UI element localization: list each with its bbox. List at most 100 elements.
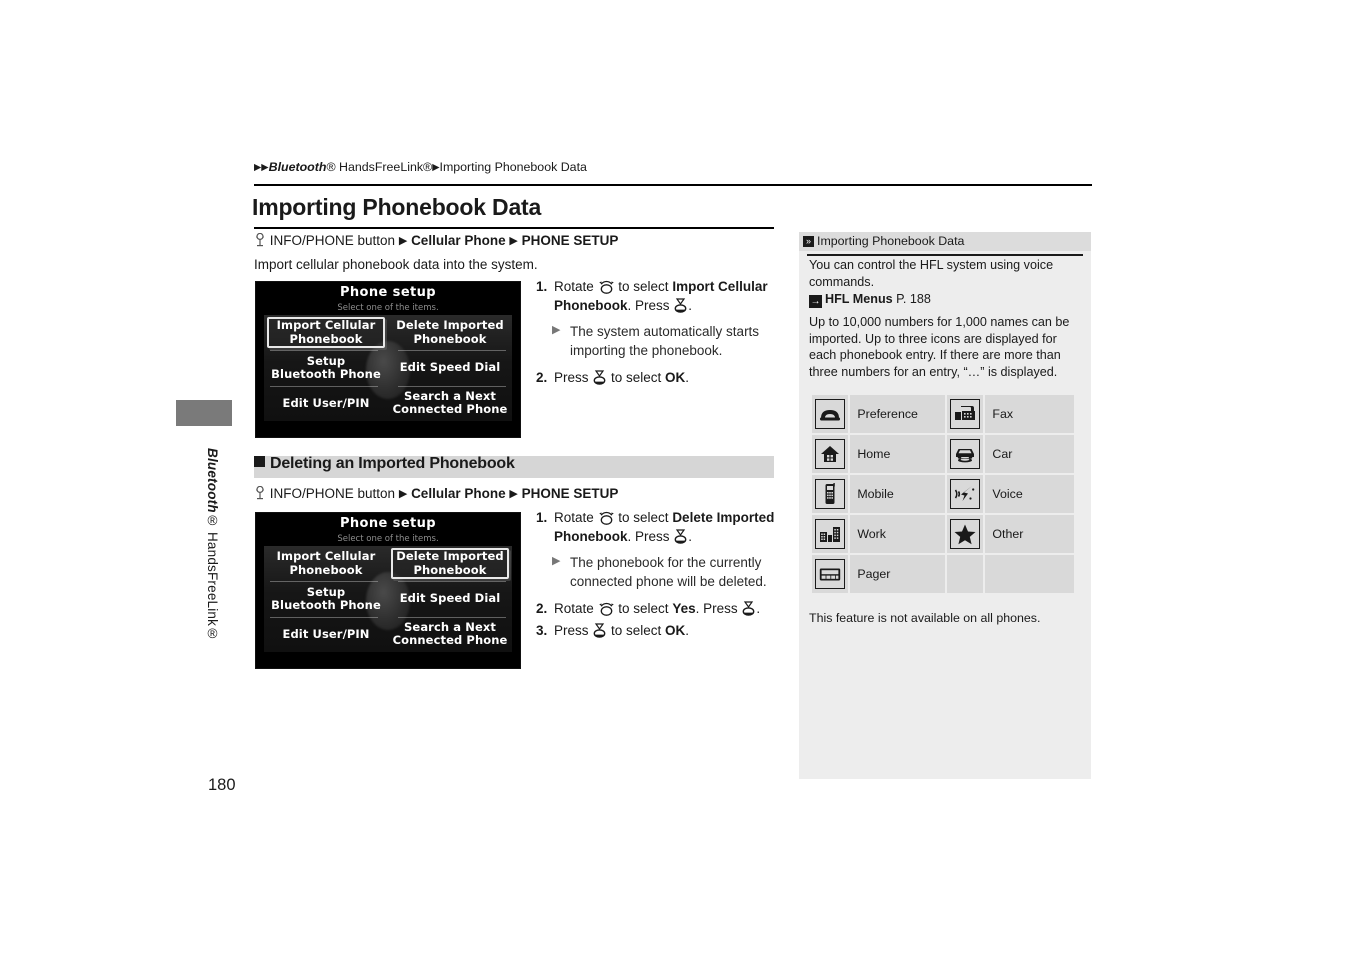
screen1-subtitle: Select one of the items.	[337, 303, 439, 313]
bullet-triangle-icon: ▶	[552, 555, 561, 568]
step-pre: Rotate	[554, 510, 598, 525]
step-post: .	[685, 369, 690, 385]
step-mid: to select	[607, 369, 666, 385]
voice-waves-icon	[950, 479, 981, 509]
nav-path-2: INFO/PHONE button ▶ Cellular Phone ▶ PHO…	[254, 486, 618, 501]
screen2-item-2-label: Setup Bluetooth Phone	[271, 584, 381, 612]
nav-path-2-step2: PHONE SETUP	[521, 486, 619, 501]
nav-path-2-button: INFO/PHONE button	[269, 486, 396, 501]
icon-label-fax: Fax	[985, 395, 1074, 433]
manual-page: Bluetooth® HandsFreeLink® 180 ▶▶Bluetoot…	[0, 0, 1350, 954]
screen1-item-5-label: Search a Next Connected Phone	[392, 389, 508, 417]
press-knob-icon	[673, 298, 688, 313]
screen1-item-0-label: Import Cellular Phonebook	[276, 318, 376, 346]
press-knob-icon	[673, 529, 688, 544]
screen1-menu-item-setup-bluetooth-phone[interactable]: Setup Bluetooth Phone	[264, 350, 388, 385]
step-pre: Rotate	[554, 600, 598, 616]
screen2-menu-item-delete-imported-phonebook[interactable]: Delete Imported Phonebook	[388, 546, 512, 581]
reference-label: HFL Menus	[825, 292, 893, 307]
icon-label-work: Work	[850, 515, 946, 553]
device-screenshot-phone-setup-delete: Phone setup Select one of the items. Imp…	[256, 513, 520, 668]
breadcrumb: ▶▶Bluetooth® HandsFreeLink®▶Importing Ph…	[254, 160, 587, 174]
screen1-menu-item-import-cellular-phonebook[interactable]: Import Cellular Phonebook	[264, 315, 388, 350]
step-post: .	[685, 622, 690, 638]
reference-arrow-icon: →	[809, 295, 822, 309]
step-end: .	[756, 600, 761, 616]
pager-icon	[815, 559, 846, 589]
nav-path-1-step2: PHONE SETUP	[521, 233, 619, 248]
section-heading-text: Deleting an Imported Phonebook	[270, 455, 515, 472]
screen1-menu: Import Cellular Phonebook Delete Imported…	[264, 315, 512, 421]
breadcrumb-separator-icon: ▶	[432, 162, 440, 173]
rotate-knob-icon	[598, 602, 615, 616]
breadcrumb-brand-reg: ®	[326, 160, 336, 174]
lead-text: Import cellular phonebook data into the …	[254, 257, 538, 272]
table-row: Preference Fax	[812, 395, 1074, 433]
icon-cell-other	[947, 515, 984, 553]
nav-arrow-icon: ▶	[398, 488, 408, 500]
step-mid: to select	[614, 279, 673, 294]
mobile-phone-icon	[815, 479, 846, 509]
screen2-menu-item-search-next-connected-phone[interactable]: Search a Next Connected Phone	[388, 617, 512, 652]
chapter-tab-marker	[176, 400, 232, 426]
step-mid: to select	[614, 510, 673, 525]
screen2-menu-item-edit-speed-dial[interactable]: Edit Speed Dial	[388, 581, 512, 616]
office-buildings-icon	[815, 519, 846, 549]
icon-label-preference: Preference	[850, 395, 946, 433]
screen1-menu-item-edit-speed-dial[interactable]: Edit Speed Dial	[388, 350, 512, 385]
screen2-item-1-label: Delete Imported Phonebook	[396, 549, 504, 577]
cross-reference[interactable]: → HFL Menus P. 188	[809, 291, 1077, 309]
step-note: ▶ The phonebook for the currently connect…	[536, 553, 786, 591]
nav-arrow-icon: ▶	[398, 235, 408, 247]
screen2-item-0-label: Import Cellular Phonebook	[276, 549, 376, 577]
nav-path-2-step1: Cellular Phone	[411, 486, 506, 501]
step-number: 3.	[536, 622, 548, 638]
fax-machine-icon	[950, 399, 981, 429]
step-post: . Press	[695, 600, 742, 616]
nav-path-1: INFO/PHONE button ▶ Cellular Phone ▶ PHO…	[254, 233, 618, 248]
icon-label-home: Home	[850, 435, 946, 473]
house-icon	[815, 439, 846, 469]
icon-cell-work	[812, 515, 849, 553]
step-mid: to select	[607, 622, 666, 638]
step-end: .	[688, 298, 693, 314]
screen1-menu-item-edit-user-pin[interactable]: Edit User/PIN	[264, 386, 388, 421]
table-row: Home Car	[812, 435, 1074, 473]
screen2-menu-item-setup-bluetooth-phone[interactable]: Setup Bluetooth Phone	[264, 581, 388, 616]
icon-label-empty	[985, 555, 1074, 593]
screen2-menu-item-edit-user-pin[interactable]: Edit User/PIN	[264, 617, 388, 652]
step-number: 1.	[536, 279, 548, 294]
icon-cell-preference	[812, 395, 849, 433]
table-row: Work Other	[812, 515, 1074, 553]
step-item: 1. Rotate to select Import Cellular Phone…	[536, 277, 786, 315]
section-square-bullet-icon	[254, 456, 265, 467]
nav-path-1-step1: Cellular Phone	[411, 233, 506, 248]
screen1-menu-item-delete-imported-phonebook[interactable]: Delete Imported Phonebook	[388, 315, 512, 350]
telephone-handset-icon	[815, 399, 846, 429]
table-row: Mobile Voice	[812, 475, 1074, 513]
step-end: .	[688, 529, 693, 545]
side-note-para-1: You can control the HFL system using voi…	[809, 257, 1077, 309]
screen1-item-3-label: Edit Speed Dial	[399, 360, 501, 375]
press-knob-icon	[592, 623, 607, 638]
page-title: Importing Phonebook Data	[252, 194, 542, 220]
screen1-menu-item-search-next-connected-phone[interactable]: Search a Next Connected Phone	[388, 386, 512, 421]
step-bold: Yes	[672, 600, 696, 616]
side-note-rule	[807, 254, 1083, 256]
screen2-menu-item-import-cellular-phonebook[interactable]: Import Cellular Phonebook	[264, 546, 388, 581]
nav-path-1-button: INFO/PHONE button	[269, 233, 396, 248]
step-bold: OK	[665, 369, 686, 385]
rotate-knob-icon	[598, 511, 615, 525]
breadcrumb-brand: Bluetooth	[268, 160, 327, 174]
nav-arrow-icon: ▶	[509, 488, 518, 500]
chapter-side-label: Bluetooth® HandsFreeLink®	[194, 448, 220, 678]
breadcrumb-current: Importing Phonebook Data	[439, 160, 587, 174]
screen2-item-5-label: Search a Next Connected Phone	[392, 620, 508, 648]
step-item: 1. Rotate to select Delete Imported Phone…	[536, 508, 786, 546]
step-pre: Press	[554, 622, 593, 638]
phonebook-icon-table: Preference Fax Home Car Mobile Voice Wor…	[810, 393, 1076, 595]
title-rule	[254, 227, 774, 229]
header-rule	[254, 184, 1092, 186]
device-screenshot-phone-setup-import: Phone setup Select one of the items. Imp…	[256, 282, 520, 437]
screen1-item-2-label: Setup Bluetooth Phone	[271, 353, 381, 381]
